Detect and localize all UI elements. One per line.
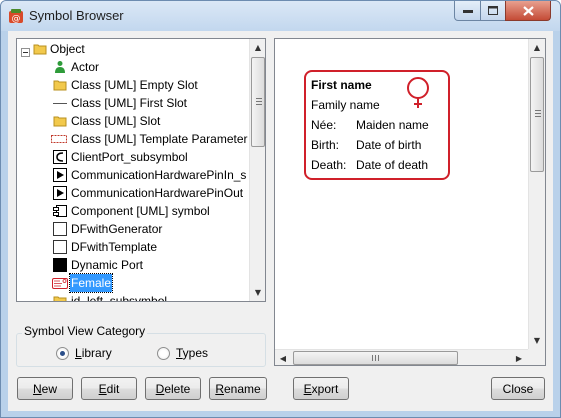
card-death-label: Death: xyxy=(311,158,347,172)
dialog-client: Object Actor Class [UML] Empty Slot Clas… xyxy=(8,31,553,411)
scroll-thumb[interactable] xyxy=(530,57,544,172)
folder-icon xyxy=(53,294,67,301)
export-button[interactable]: Export xyxy=(293,377,349,400)
card-birth-value: Date of birth xyxy=(356,138,422,152)
scroll-thumb[interactable] xyxy=(293,351,458,365)
female-card-icon xyxy=(52,276,68,290)
female-symbol-card: First name Family name Née: Maiden name … xyxy=(304,70,450,180)
symbol-preview: First name Family name Née: Maiden name … xyxy=(274,38,546,366)
maximize-button[interactable] xyxy=(480,1,506,21)
scroll-right-arrow-icon[interactable]: ▶ xyxy=(511,350,527,365)
minimize-icon xyxy=(462,9,473,13)
radio-label: Types xyxy=(176,346,209,360)
button-label: Rename xyxy=(215,381,261,396)
scroll-up-arrow-icon[interactable]: ▲ xyxy=(250,39,265,56)
dashed-rect-icon xyxy=(51,132,67,146)
tree-item-label: id_left_subsymbol xyxy=(71,294,168,302)
tree-item-label: Class [UML] Empty Slot xyxy=(71,78,198,92)
tree-item-label: Actor xyxy=(71,60,100,74)
symbol-browser-window: @ Symbol Browser Object Actor Class [UML… xyxy=(0,0,561,418)
scroll-corner xyxy=(528,349,545,365)
tree-item-label: DFwithGenerator xyxy=(71,222,163,236)
collapse-icon[interactable] xyxy=(21,44,30,57)
close-icon xyxy=(522,5,534,16)
tree-item-label: Class [UML] First Slot xyxy=(71,96,188,110)
tree-item-label: Female xyxy=(68,273,114,293)
button-label: Edit xyxy=(98,381,120,396)
tree-item-label: Class [UML] Template Parameter xyxy=(71,132,248,146)
radio-unchecked-icon[interactable] xyxy=(157,346,170,360)
female-symbol-icon xyxy=(407,77,429,108)
card-first-name: First name xyxy=(311,78,372,92)
card-nee-label: Née: xyxy=(311,118,337,132)
tree-content: Object Actor Class [UML] Empty Slot Clas… xyxy=(17,39,250,302)
close-button[interactable]: Close xyxy=(491,377,545,400)
title-bar[interactable]: @ Symbol Browser xyxy=(1,1,560,31)
delete-button[interactable]: Delete xyxy=(145,377,201,400)
scroll-down-arrow-icon[interactable]: ▼ xyxy=(529,332,545,349)
triangle-right-icon xyxy=(53,186,67,200)
card-nee-value: Maiden name xyxy=(356,118,429,132)
button-label: Export xyxy=(303,381,339,396)
maximize-icon xyxy=(488,6,498,15)
folder-icon xyxy=(53,114,67,128)
app-icon: @ xyxy=(9,9,23,24)
tree-item-label: ClientPort_subsymbol xyxy=(71,150,188,164)
triangle-right-icon xyxy=(53,168,67,182)
actor-icon xyxy=(53,60,67,74)
folder-icon xyxy=(33,42,47,56)
card-family-name: Family name xyxy=(311,98,380,112)
tree-vertical-scrollbar[interactable]: ▲ ▼ xyxy=(249,39,265,301)
minimize-button[interactable] xyxy=(454,1,481,21)
card-birth-label: Birth: xyxy=(311,138,340,152)
tree-item-label: Object xyxy=(50,42,85,56)
tree-item-label: Component [UML] symbol xyxy=(71,204,210,218)
symbol-view-category-group xyxy=(16,333,266,367)
group-legend: Symbol View Category xyxy=(22,324,148,338)
symbol-tree[interactable]: Object Actor Class [UML] Empty Slot Clas… xyxy=(16,38,266,302)
svg-text:@: @ xyxy=(12,14,21,24)
folder-icon xyxy=(53,78,67,92)
tree-item-label: CommunicationHardwarePinOut xyxy=(71,186,244,200)
empty-box-icon xyxy=(53,240,67,254)
radio-library[interactable]: Library xyxy=(56,345,112,361)
line-icon xyxy=(53,96,67,110)
close-window-button[interactable] xyxy=(505,1,551,21)
tree-item-label: DFwithTemplate xyxy=(71,240,158,254)
port-c-icon xyxy=(53,150,67,164)
black-square-icon xyxy=(53,258,67,272)
radio-label: Library xyxy=(75,346,112,360)
preview-vertical-scrollbar[interactable]: ▲ ▼ xyxy=(528,39,545,349)
edit-button[interactable]: Edit xyxy=(81,377,137,400)
button-label: New xyxy=(32,381,57,396)
button-label: Close xyxy=(502,381,534,396)
rename-button[interactable]: Rename xyxy=(209,377,267,400)
tree-item-label: CommunicationHardwarePinIn_s xyxy=(71,168,247,182)
tree-item-label: Class [UML] Slot xyxy=(71,114,161,128)
tree-item-label: Dynamic Port xyxy=(71,258,144,272)
scroll-left-arrow-icon[interactable]: ◀ xyxy=(275,350,291,365)
radio-checked-icon[interactable] xyxy=(56,346,69,360)
window-title: Symbol Browser xyxy=(29,8,124,23)
radio-types[interactable]: Types xyxy=(157,345,208,361)
card-death-value: Date of death xyxy=(356,158,429,172)
new-button[interactable]: New xyxy=(17,377,73,400)
scroll-down-arrow-icon[interactable]: ▼ xyxy=(250,284,265,301)
button-label: Delete xyxy=(155,381,191,396)
scroll-thumb[interactable] xyxy=(251,57,265,147)
component-icon xyxy=(53,204,67,218)
empty-box-icon xyxy=(53,222,67,236)
scroll-up-arrow-icon[interactable]: ▲ xyxy=(529,39,545,56)
preview-horizontal-scrollbar[interactable]: ◀ ▶ xyxy=(275,349,528,365)
